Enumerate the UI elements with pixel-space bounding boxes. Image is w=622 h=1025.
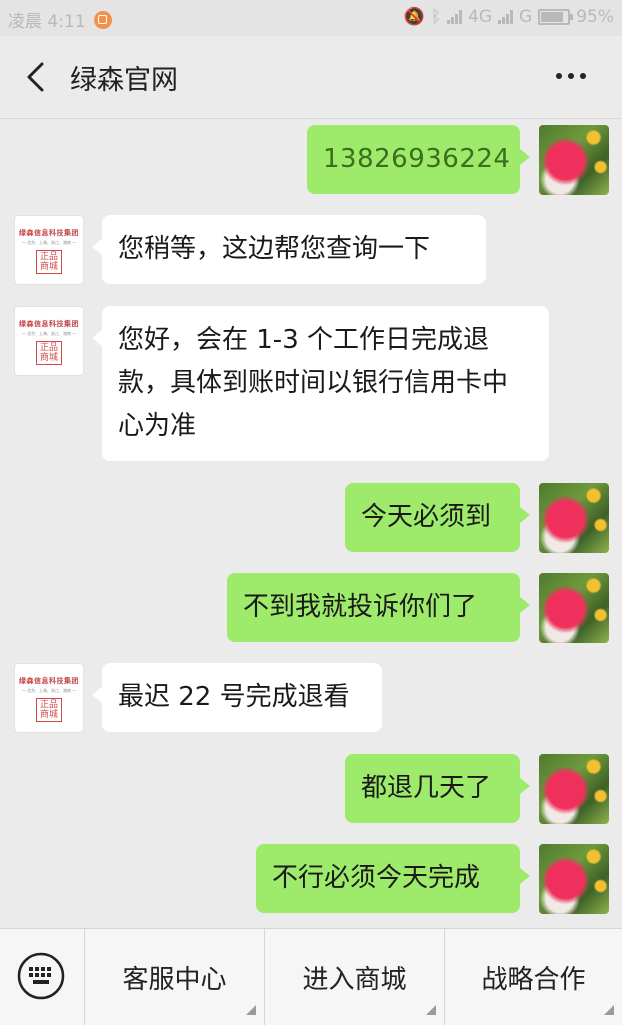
message-bubble[interactable]: 您好，会在 1-3 个工作日完成退款，具体到账时间以银行信用卡中心为准 <box>92 306 549 461</box>
mute-icon: 🔕 <box>403 7 425 27</box>
menu-label: 进入商城 <box>302 964 407 995</box>
service-stamp: 正品商城 <box>36 250 62 274</box>
message-bubble[interactable]: 不到我就投诉你们了 <box>227 573 530 642</box>
battery-percent: 95% <box>576 7 614 27</box>
user-avatar[interactable] <box>539 125 609 195</box>
user-avatar[interactable] <box>539 844 609 914</box>
message-text: 您稍等，这边帮您查询一下 <box>118 234 431 264</box>
service-brand: 绿森信息科技集团 <box>19 229 79 237</box>
more-icon <box>556 73 562 79</box>
message-text: 不到我就投诉你们了 <box>243 592 478 622</box>
message-bubble[interactable]: 今天必须到 <box>345 483 530 552</box>
chevron-left-icon <box>27 62 44 92</box>
user-avatar[interactable] <box>539 754 609 824</box>
keyboard-toggle-button[interactable] <box>16 951 66 1001</box>
service-stamp: 正品商城 <box>36 698 62 722</box>
service-avatar[interactable]: 绿森信息科技集团 — 北京、上海、浙江、湖南 — 正品商城 <box>14 663 84 733</box>
user-avatar[interactable] <box>539 573 609 643</box>
menu-label: 战略合作 <box>481 964 586 995</box>
service-brand: 绿森信息科技集团 <box>19 677 79 685</box>
menu-enter-store[interactable]: 进入商城 <box>264 929 444 1025</box>
message-text: 不行必须今天完成 <box>272 863 481 893</box>
status-time: 凌晨 4:11 <box>8 12 86 32</box>
service-brand: 绿森信息科技集团 <box>19 320 79 328</box>
bottom-menu-bar: 客服中心 进入商城 战略合作 <box>0 928 622 1025</box>
signal-icon-2 <box>498 10 514 24</box>
back-button[interactable] <box>20 56 60 98</box>
service-avatar[interactable]: 绿森信息科技集团 — 北京、上海、浙江、湖南 — 正品商城 <box>14 215 84 285</box>
service-avatar[interactable]: 绿森信息科技集团 — 北京、上海、浙江、湖南 — 正品商城 <box>14 306 84 376</box>
battery-icon <box>538 9 574 25</box>
message-bubble[interactable]: 都退几天了 <box>345 754 530 823</box>
more-options-button[interactable] <box>556 64 592 88</box>
message-bubble[interactable]: 最迟 22 号完成退看 <box>92 663 382 732</box>
message-text: 今天必须到 <box>361 502 492 532</box>
status-bar: 凌晨 4:11 🔕 ᛒ 4G G 95% <box>0 0 622 36</box>
message-text: 都退几天了 <box>361 773 492 803</box>
notification-icon <box>93 10 112 29</box>
keyboard-icon <box>17 952 65 1000</box>
service-tagline: — 北京、上海、浙江、湖南 — <box>21 331 77 336</box>
signal-icon <box>447 10 463 24</box>
message-bubble[interactable]: 13826936224 <box>307 125 530 194</box>
user-avatar[interactable] <box>539 483 609 553</box>
message-bubble[interactable]: 不行必须今天完成 <box>256 844 530 913</box>
chat-title: 绿森官网 <box>70 65 178 96</box>
menu-strategic-cooperation[interactable]: 战略合作 <box>444 929 622 1025</box>
message-text: 13826936224 <box>323 144 511 174</box>
menu-customer-service[interactable]: 客服中心 <box>84 929 264 1025</box>
service-tagline: — 北京、上海、浙江、湖南 — <box>21 240 77 245</box>
bluetooth-icon: ᛒ <box>430 7 442 27</box>
network-type-2: G <box>519 7 533 27</box>
service-tagline: — 北京、上海、浙江、湖南 — <box>21 688 77 693</box>
chat-header: 绿森官网 <box>0 36 622 119</box>
message-text: 最迟 22 号完成退看 <box>118 682 350 712</box>
message-text: 您好，会在 1-3 个工作日完成退款，具体到账时间以银行信用卡中心为准 <box>118 325 509 441</box>
service-stamp: 正品商城 <box>36 341 62 365</box>
network-type-1: 4G <box>468 7 493 27</box>
message-bubble[interactable]: 您稍等，这边帮您查询一下 <box>92 215 486 284</box>
menu-label: 客服中心 <box>122 964 227 995</box>
